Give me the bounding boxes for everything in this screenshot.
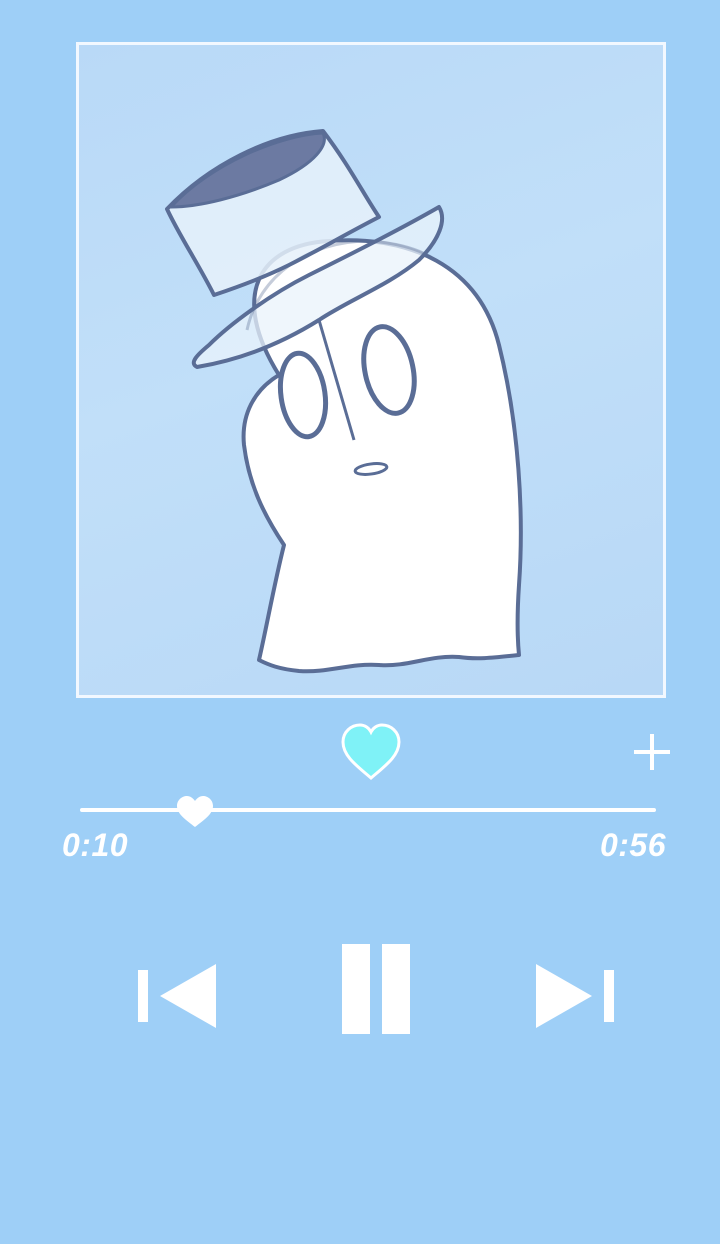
add-to-playlist-button[interactable] <box>630 730 674 774</box>
skip-next-icon <box>536 964 614 1028</box>
next-button[interactable] <box>530 960 620 1034</box>
previous-button[interactable] <box>132 960 222 1034</box>
album-artwork <box>76 42 666 698</box>
progress-thumb[interactable] <box>175 795 215 829</box>
skip-previous-icon <box>138 964 216 1028</box>
progress-slider[interactable] <box>80 795 656 827</box>
progress-track[interactable] <box>80 808 656 812</box>
like-button[interactable] <box>339 722 403 782</box>
heart-icon <box>341 723 401 780</box>
heart-icon <box>177 796 214 827</box>
pause-button[interactable] <box>336 940 416 1038</box>
ghost-illustration <box>165 129 523 674</box>
plus-icon <box>634 734 670 770</box>
total-time: 0:56 <box>599 827 666 863</box>
elapsed-time: 0:10 <box>62 827 129 863</box>
pause-icon <box>342 944 410 1034</box>
